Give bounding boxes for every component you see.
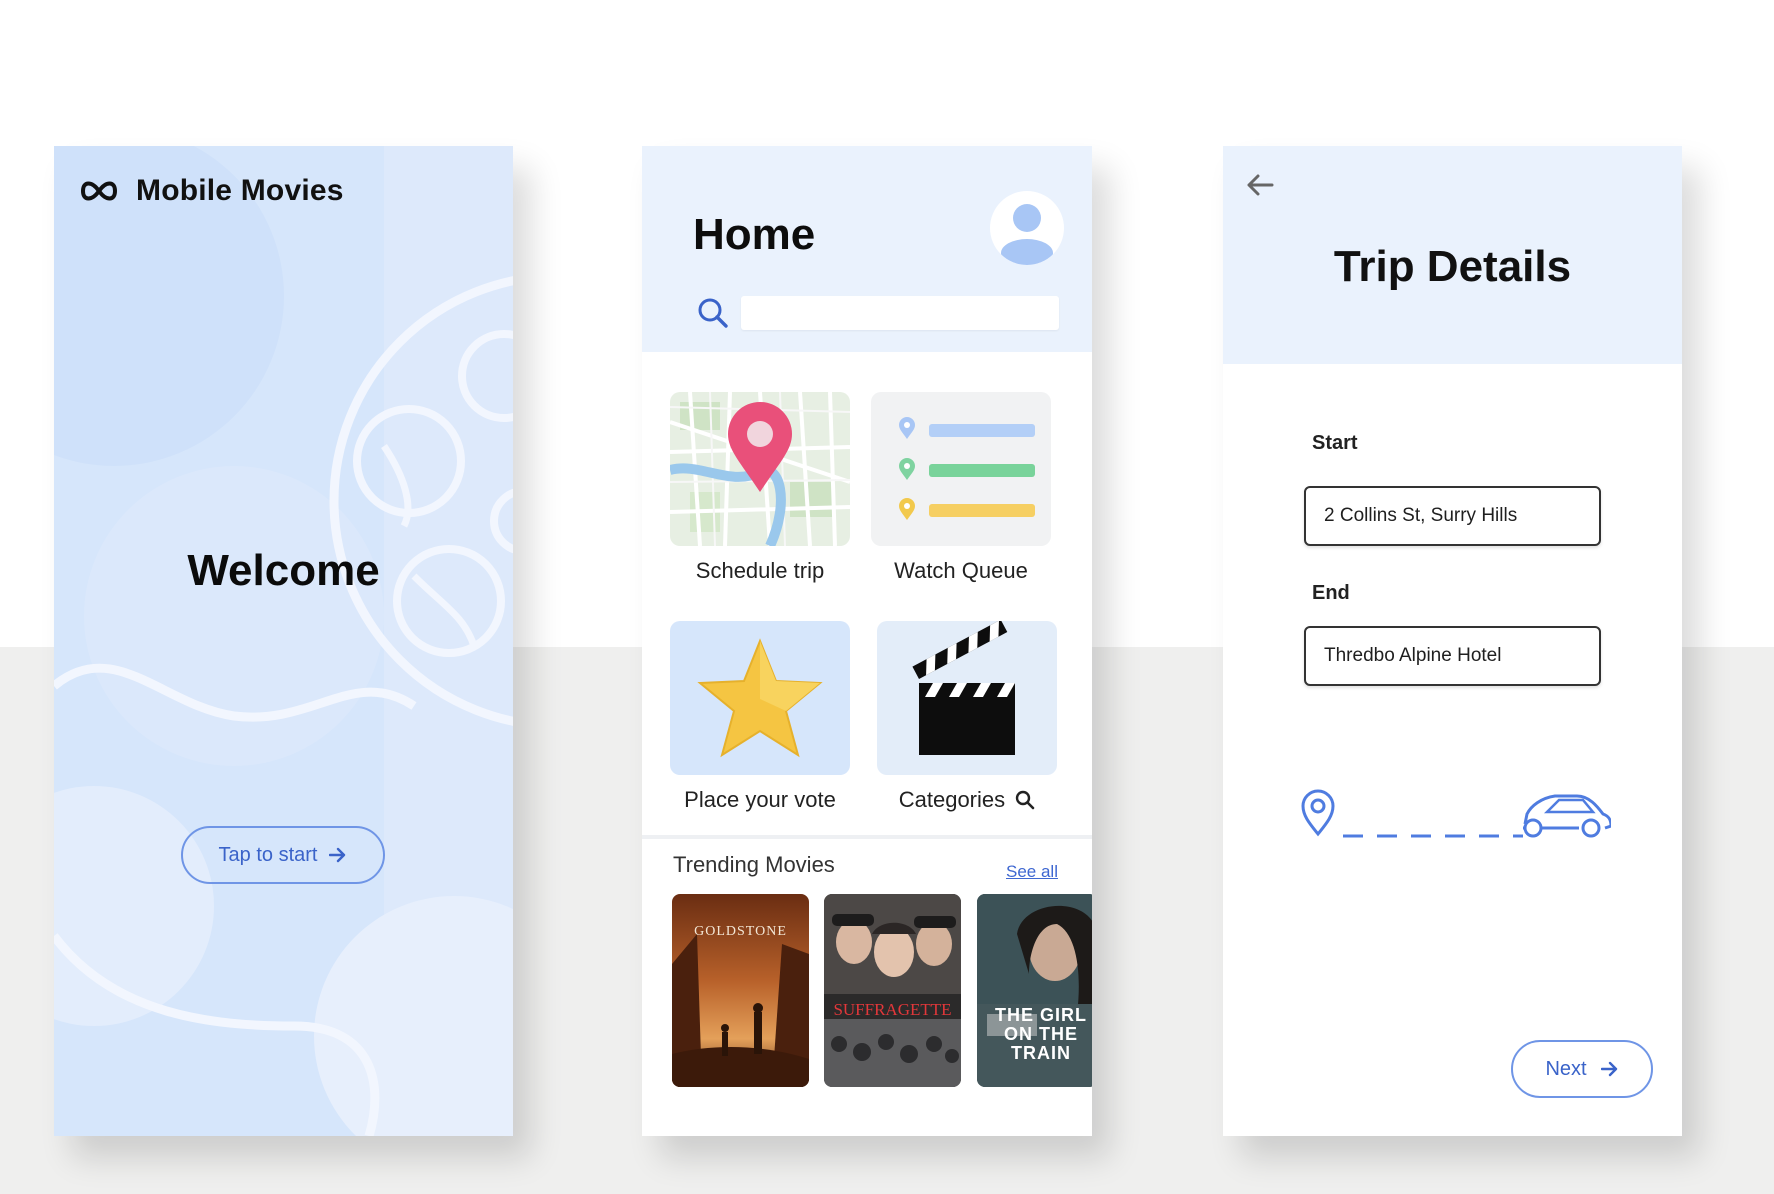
tile-label: Categories	[898, 787, 1006, 812]
see-all-link[interactable]: See all	[1006, 862, 1058, 882]
next-label: Next	[1545, 1057, 1587, 1080]
start-field[interactable]	[1304, 486, 1601, 546]
page-title: Trip Details	[1333, 242, 1572, 291]
home-screen: Home Schedule trip Watch Queue Place you…	[642, 146, 1092, 1136]
welcome-screen: Mobile Movies Welcome Tap to start	[54, 146, 513, 1136]
trip-details-screen: Trip Details Start End Next	[1223, 146, 1682, 1136]
map-pin-icon	[670, 392, 850, 546]
tile-label: Watch Queue	[894, 558, 1028, 583]
brand-name: Mobile Movies	[136, 174, 344, 207]
categories-thumbnail	[877, 621, 1057, 775]
arrow-right-icon	[329, 847, 346, 863]
tile-categories[interactable]: Categories	[877, 621, 1057, 813]
tile-label: Schedule trip	[695, 558, 825, 583]
tap-to-start-label: Tap to start	[218, 843, 318, 866]
poster-artwork	[672, 894, 809, 1087]
welcome-title: Welcome	[187, 546, 380, 595]
avatar[interactable]	[990, 191, 1064, 265]
arrow-left-icon	[1247, 174, 1274, 196]
route-graphic	[1301, 784, 1613, 849]
movie-poster-goldstone[interactable]: GOLDSTONE	[672, 894, 809, 1087]
next-button[interactable]: Next	[1511, 1040, 1653, 1098]
start-label: Start	[1312, 432, 1358, 454]
arrow-right-icon	[1600, 1061, 1617, 1077]
poster-title: SUFFRAGETTE	[833, 1000, 952, 1019]
queue-thumbnail	[871, 392, 1051, 546]
movie-poster-suffragette[interactable]: SUFFRAGETTE	[824, 894, 961, 1087]
end-field[interactable]	[1304, 626, 1601, 686]
page-title: Home	[693, 210, 816, 259]
poster-title: THE GIRL ON THE TRAIN	[995, 1005, 1087, 1063]
brand: Mobile Movies	[80, 174, 344, 208]
tap-to-start-button[interactable]: Tap to start	[181, 826, 385, 884]
search-button[interactable]	[696, 296, 730, 335]
tile-place-your-vote[interactable]: Place your vote	[670, 621, 850, 813]
back-button[interactable]	[1245, 172, 1275, 203]
home-header: Home	[642, 146, 1092, 352]
tile-label-row: Categories	[877, 787, 1057, 813]
clapperboard-icon	[912, 621, 1015, 755]
map-thumbnail	[670, 392, 850, 546]
tile-watch-queue[interactable]: Watch Queue	[871, 392, 1051, 584]
end-label: End	[1312, 582, 1350, 604]
search-input[interactable]	[741, 296, 1059, 330]
search-icon	[698, 298, 728, 328]
section-divider	[642, 835, 1092, 839]
list-icon	[899, 417, 1035, 520]
search-icon	[1016, 790, 1035, 810]
vote-thumbnail	[670, 621, 850, 775]
user-avatar-icon	[1001, 204, 1053, 265]
route-icon	[1301, 789, 1613, 838]
background-decoration	[54, 146, 513, 1136]
trip-header: Trip Details	[1223, 146, 1682, 364]
tile-label: Place your vote	[684, 787, 836, 812]
star-icon	[697, 638, 823, 758]
tile-schedule-trip[interactable]: Schedule trip	[670, 392, 850, 584]
abc-logo-icon	[80, 181, 118, 201]
poster-title: GOLDSTONE	[694, 924, 787, 939]
trending-title: Trending Movies	[673, 852, 835, 877]
poster-artwork	[824, 894, 961, 1087]
movie-poster-the-girl-on-the-train[interactable]: THE GIRL ON THE TRAIN	[977, 894, 1092, 1087]
